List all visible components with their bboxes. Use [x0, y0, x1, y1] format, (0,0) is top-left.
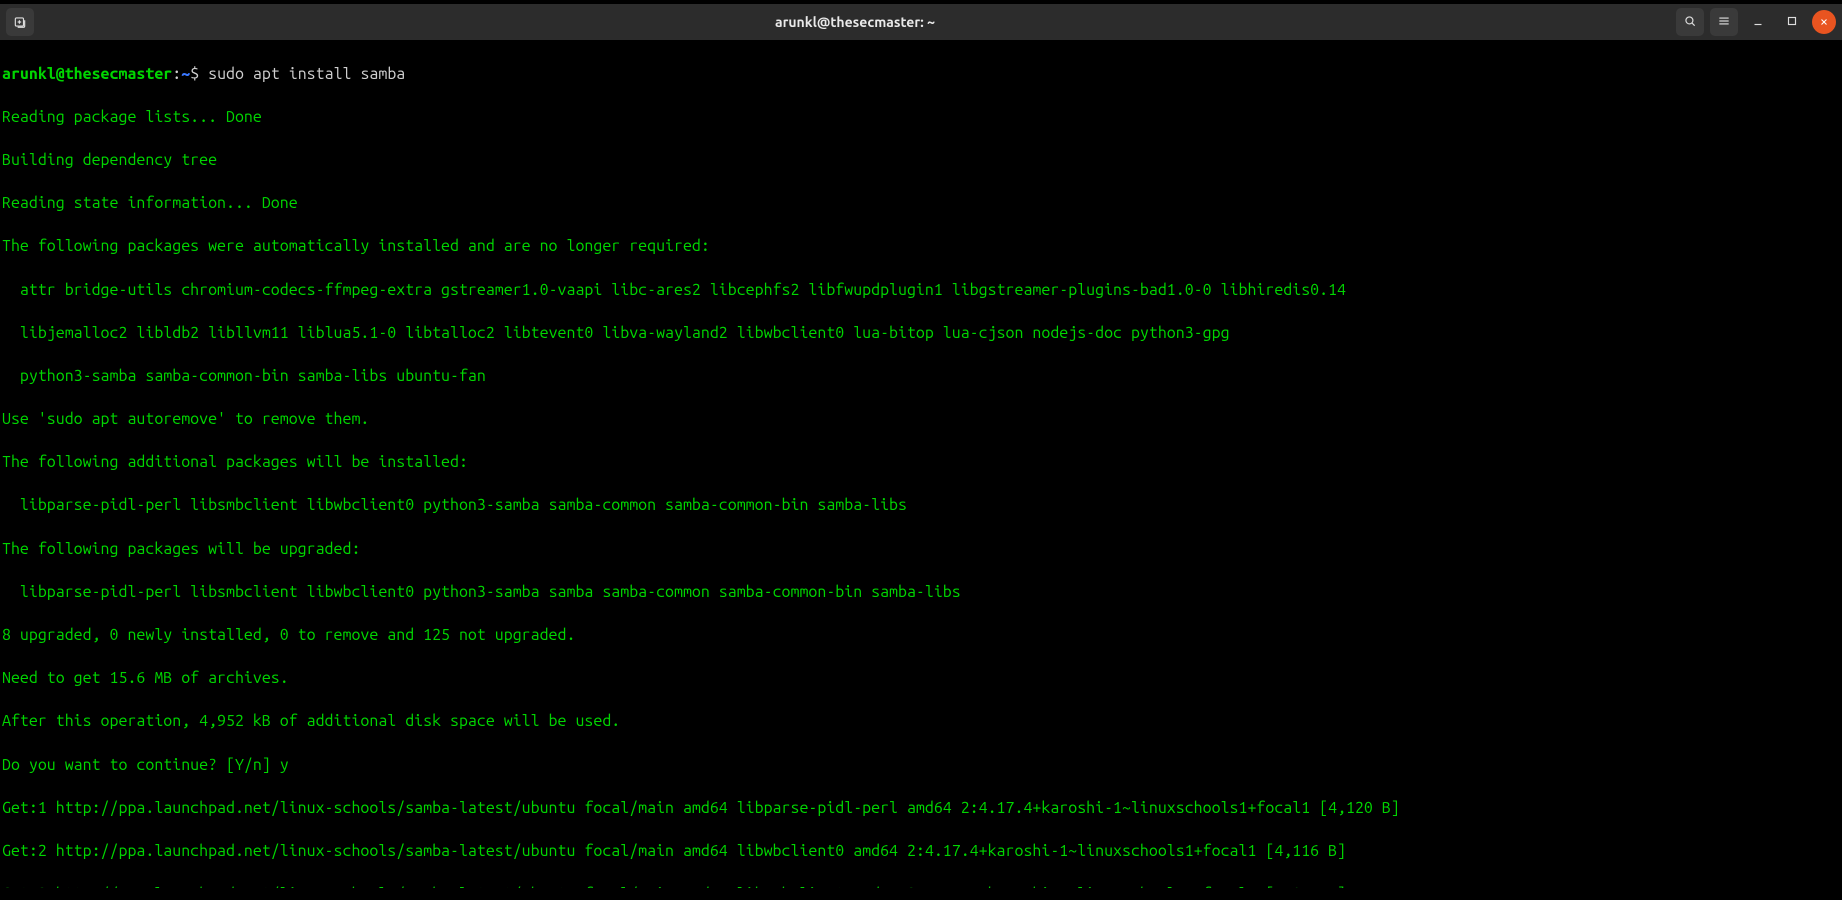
- minimize-icon: [1751, 14, 1765, 31]
- maximize-icon: [1785, 14, 1799, 31]
- output-line: Do you want to continue? [Y/n] y: [2, 755, 1840, 777]
- output-line: The following packages will be upgraded:: [2, 539, 1840, 561]
- output-line: After this operation, 4,952 kB of additi…: [2, 711, 1840, 733]
- prompt-colon: :: [172, 65, 181, 83]
- prompt-path: ~: [181, 65, 190, 83]
- output-line: Get:2 http://ppa.launchpad.net/linux-sch…: [2, 841, 1840, 863]
- output-line: libjemalloc2 libldb2 libllvm11 liblua5.1…: [2, 323, 1840, 345]
- minimize-button[interactable]: [1744, 8, 1772, 36]
- output-line: attr bridge-utils chromium-codecs-ffmpeg…: [2, 280, 1840, 302]
- titlebar-right: [1676, 8, 1836, 36]
- prompt-line: arunkl@thesecmaster:~$ sudo apt install …: [2, 64, 1840, 86]
- new-tab-button[interactable]: [6, 8, 34, 36]
- prompt-userhost: arunkl@thesecmaster: [2, 65, 172, 83]
- search-icon: [1683, 14, 1697, 31]
- output-line: 8 upgraded, 0 newly installed, 0 to remo…: [2, 625, 1840, 647]
- output-line: Need to get 15.6 MB of archives.: [2, 668, 1840, 690]
- output-line: Reading state information... Done: [2, 193, 1840, 215]
- output-line: Get:1 http://ppa.launchpad.net/linux-sch…: [2, 798, 1840, 820]
- close-icon: [1819, 14, 1829, 30]
- prompt-dollar: $: [190, 65, 199, 83]
- menu-button[interactable]: [1710, 8, 1738, 36]
- command-text: sudo apt install samba: [208, 65, 405, 83]
- output-line: The following packages were automaticall…: [2, 236, 1840, 258]
- window-titlebar: arunkl@thesecmaster: ~: [0, 4, 1842, 40]
- output-line: Get:3 http://ppa.launchpad.net/linux-sch…: [2, 884, 1840, 888]
- hamburger-icon: [1717, 14, 1731, 31]
- close-button[interactable]: [1812, 10, 1836, 34]
- output-line: Building dependency tree: [2, 150, 1840, 172]
- terminal-output-area[interactable]: arunkl@thesecmaster:~$ sudo apt install …: [0, 40, 1842, 888]
- output-line: libparse-pidl-perl libsmbclient libwbcli…: [2, 582, 1840, 604]
- search-button[interactable]: [1676, 8, 1704, 36]
- output-line: Reading package lists... Done: [2, 107, 1840, 129]
- output-line: python3-samba samba-common-bin samba-lib…: [2, 366, 1840, 388]
- maximize-button[interactable]: [1778, 8, 1806, 36]
- titlebar-left: [6, 8, 34, 36]
- output-line: The following additional packages will b…: [2, 452, 1840, 474]
- output-line: Use 'sudo apt autoremove' to remove them…: [2, 409, 1840, 431]
- window-title: arunkl@thesecmaster: ~: [34, 14, 1676, 30]
- output-line: libparse-pidl-perl libsmbclient libwbcli…: [2, 495, 1840, 517]
